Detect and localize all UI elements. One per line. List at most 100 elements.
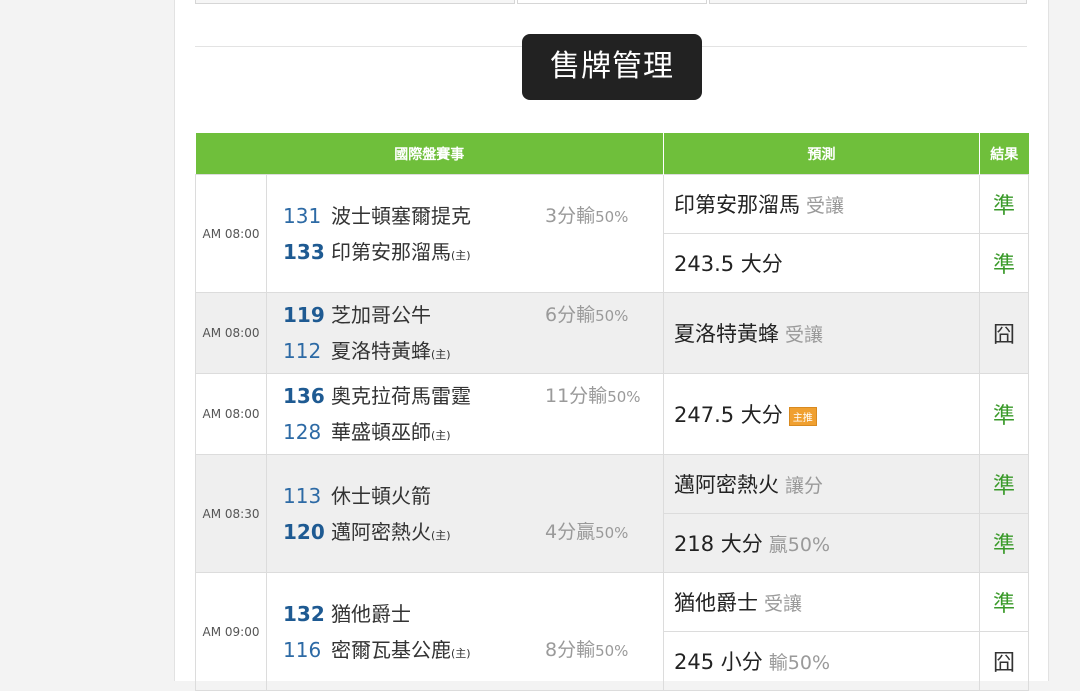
team-name[interactable]: 奧克拉荷馬雷霆 (331, 384, 471, 408)
handicap-text: 6分輸 (545, 304, 596, 326)
handicap-result: 4分贏50% (545, 514, 628, 551)
home-marker: (主) (431, 528, 451, 542)
team-number: 113 (283, 483, 322, 508)
team-name[interactable]: 波士頓塞爾提克 (331, 204, 471, 228)
prediction-cell: 245 小分 輸50% (663, 631, 980, 691)
top-tab-strip (195, 0, 1027, 4)
team-number: 120 (283, 519, 325, 544)
game-time: AM 08:00 (195, 292, 267, 374)
prediction-cell: 邁阿密熱火 讓分 (663, 454, 980, 514)
handicap-result: 3分輸50% (545, 198, 628, 235)
handicap-result: 6分輸50% (545, 297, 628, 334)
handicap-result: 11分輸50% (545, 378, 641, 415)
matchup-cell: 136 奧克拉荷馬雷霆 128 華盛頓巫師(主) 11分輸50% (266, 373, 664, 455)
team-number: 132 (283, 601, 325, 626)
matchup-cell: 113 休士頓火箭 120 邁阿密熱火(主) 4分贏50% (266, 454, 664, 573)
prediction-note: 輸50% (768, 652, 830, 674)
result-cell: 準 (979, 174, 1029, 234)
matchup-cell: 132 猶他爵士 116 密爾瓦基公鹿(主) 8分輸50% (266, 572, 664, 691)
prediction-note: 讓分 (785, 475, 824, 497)
content-panel: 售牌管理 國際盤賽事 預測 結果 AM 08:00 131 波士頓塞爾提克 133 印第… (174, 0, 1049, 691)
result-cell: 準 (979, 572, 1029, 632)
home-marker: (主) (451, 646, 471, 660)
page-title-button[interactable]: 售牌管理 (522, 34, 702, 100)
team-name[interactable]: 夏洛特黃蜂 (331, 339, 431, 363)
prediction-cell: 218 大分 贏50% (663, 513, 980, 573)
table-row: AM 09:00 132 猶他爵士 116 密爾瓦基公鹿(主) 8分輸50% 猶他爵士 受讓準 (195, 572, 1029, 691)
team-number: 119 (283, 303, 325, 327)
prediction-cell: 夏洛特黃蜂 受讓 (663, 292, 980, 374)
team-name[interactable]: 邁阿密熱火 (331, 520, 431, 544)
table-row: AM 08:30 113 休士頓火箭 120 邁阿密熱火(主) 4分贏50% 邁阿密熱火 讓分… (195, 454, 1029, 573)
home-marker: (主) (431, 429, 451, 442)
handicap-percent: 50% (595, 307, 629, 325)
team-number: 128 (283, 420, 322, 444)
tab-segment[interactable] (195, 0, 515, 4)
home-marker: (主) (431, 348, 451, 361)
prediction-text: 247.5 大分 (674, 403, 783, 427)
prediction-cell: 247.5 大分 主推 (663, 373, 980, 455)
handicap-result: 8分輸50% (545, 632, 628, 669)
team-line: 128 華盛頓巫師(主) (267, 414, 663, 450)
prediction-cell: 印第安那溜馬 受讓 (663, 174, 980, 234)
team-number: 112 (283, 339, 322, 363)
prediction-note: 贏50% (768, 534, 830, 556)
team-name[interactable]: 休士頓火箭 (331, 484, 431, 508)
team-number: 133 (283, 239, 325, 264)
prediction-text: 218 大分 (674, 532, 763, 556)
games-table: 國際盤賽事 預測 結果 AM 08:00 131 波士頓塞爾提克 133 印第安那溜馬(… (195, 133, 1029, 691)
handicap-text: 8分輸 (545, 638, 596, 661)
team-line: 113 休士頓火箭 (267, 478, 663, 514)
tab-segment[interactable] (517, 0, 707, 4)
prediction-text: 夏洛特黃蜂 (674, 322, 779, 346)
handicap-percent: 50% (595, 207, 629, 226)
table-row: AM 08:00 119 芝加哥公牛 112 夏洛特黃蜂(主) 6分輸50% 夏洛特黃蜂 受讓… (195, 292, 1029, 374)
prediction-note: 受讓 (764, 593, 803, 615)
tab-segment[interactable] (709, 0, 1027, 4)
table-header-row: 國際盤賽事 預測 結果 (195, 133, 1029, 175)
matchup-cell: 131 波士頓塞爾提克 133 印第安那溜馬(主) 3分輸50% (266, 174, 664, 293)
team-number: 116 (283, 637, 322, 662)
prediction-text: 邁阿密熱火 (674, 473, 779, 497)
prediction-cell: 243.5 大分 (663, 233, 980, 293)
prediction-note: 受讓 (806, 195, 845, 217)
prediction-text: 245 小分 (674, 650, 763, 674)
team-line: 132 猶他爵士 (267, 596, 663, 632)
team-number: 131 (283, 203, 322, 228)
team-name[interactable]: 密爾瓦基公鹿 (331, 638, 451, 662)
team-number: 136 (283, 384, 325, 408)
result-cell: 準 (979, 454, 1029, 514)
team-name[interactable]: 印第安那溜馬 (331, 240, 451, 264)
handicap-percent: 50% (595, 641, 629, 660)
result-cell: 準 (979, 233, 1029, 293)
home-marker: (主) (451, 248, 471, 262)
result-cell: 囧 (979, 292, 1029, 374)
result-cell: 囧 (979, 631, 1029, 691)
game-time: AM 09:00 (195, 572, 267, 691)
header-result: 結果 (979, 133, 1029, 175)
header-prediction: 預測 (663, 133, 980, 175)
team-name[interactable]: 華盛頓巫師 (331, 420, 431, 444)
table-row: AM 08:00 131 波士頓塞爾提克 133 印第安那溜馬(主) 3分輸50% 印第安那… (195, 174, 1029, 293)
team-line: 112 夏洛特黃蜂(主) (267, 333, 663, 369)
prediction-text: 243.5 大分 (674, 252, 783, 276)
prediction-text: 印第安那溜馬 (674, 193, 800, 217)
handicap-percent: 50% (595, 523, 629, 542)
game-time: AM 08:00 (195, 373, 267, 455)
handicap-text: 11分輸 (545, 385, 608, 407)
handicap-percent: 50% (607, 388, 641, 406)
header-events: 國際盤賽事 (195, 133, 664, 175)
table-row: AM 08:00 136 奧克拉荷馬雷霆 128 華盛頓巫師(主) 11分輸50% 247.… (195, 373, 1029, 455)
team-name[interactable]: 芝加哥公牛 (331, 303, 431, 327)
handicap-text: 4分贏 (545, 520, 596, 543)
result-cell: 準 (979, 513, 1029, 573)
team-line: 133 印第安那溜馬(主) (267, 234, 663, 270)
team-name[interactable]: 猶他爵士 (331, 602, 411, 626)
result-cell: 準 (979, 373, 1029, 455)
game-time: AM 08:00 (195, 174, 267, 293)
prediction-text: 猶他爵士 (674, 591, 758, 615)
prediction-note: 受讓 (785, 324, 824, 346)
game-time: AM 08:30 (195, 454, 267, 573)
handicap-text: 3分輸 (545, 204, 596, 227)
featured-badge: 主推 (788, 406, 817, 426)
